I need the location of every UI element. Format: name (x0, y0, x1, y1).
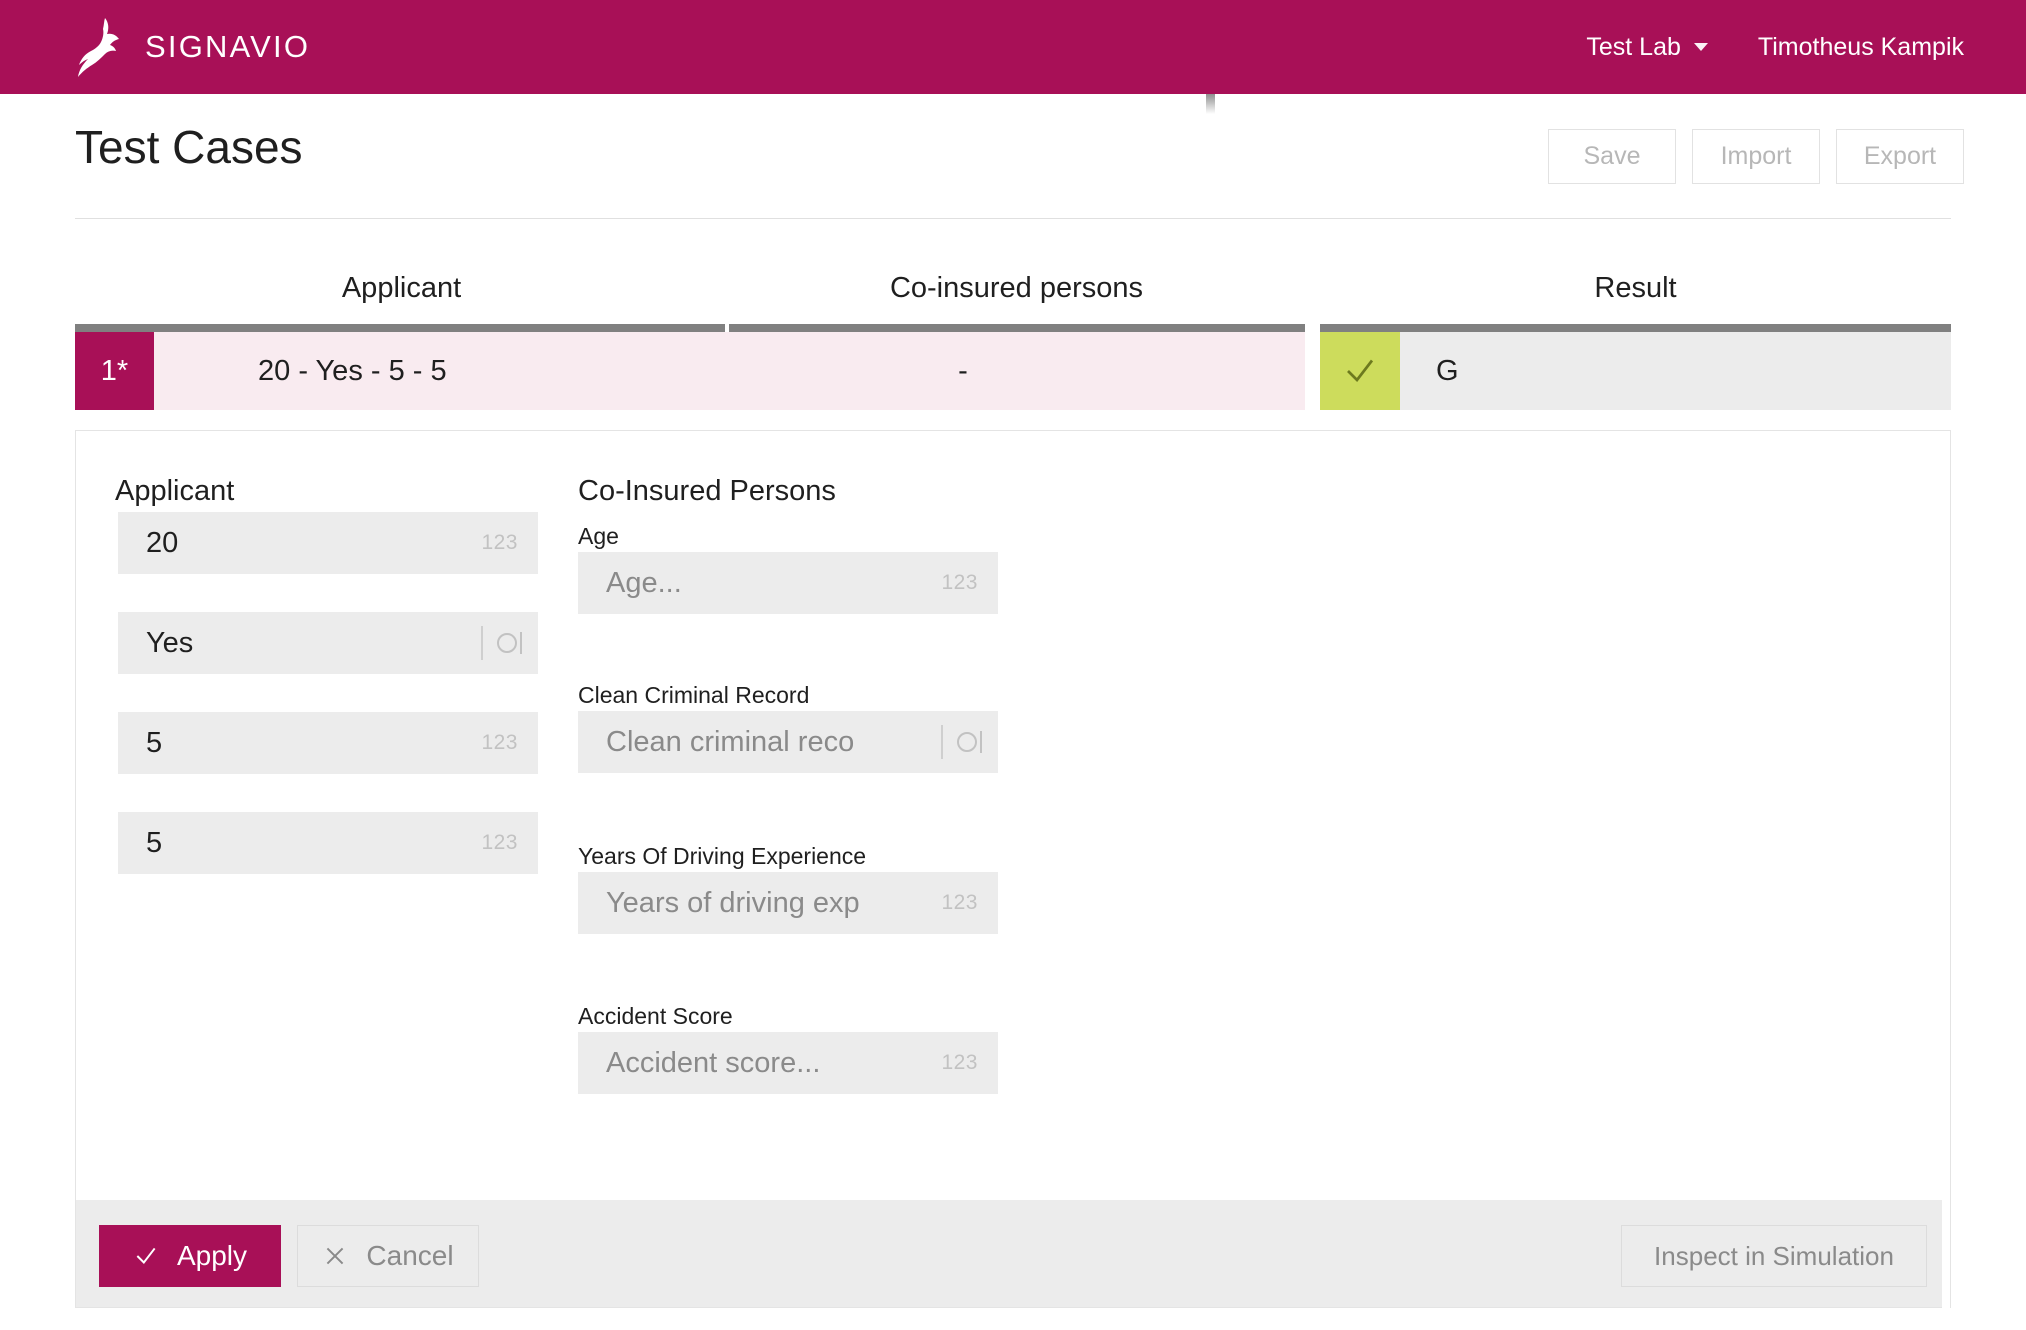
coinsured-label-clean-record: Clean Criminal Record (578, 682, 810, 708)
coinsured-label-accident-score: Accident Score (578, 1003, 733, 1029)
footer-scroll-gutter (1942, 1200, 1950, 1308)
number-type-hint: 123 (481, 531, 518, 554)
top-brand-bar: SIGNAVIO Test Lab Timotheus Kampik (0, 0, 2026, 94)
number-type-hint: 123 (941, 891, 978, 914)
number-type-hint: 123 (941, 1051, 978, 1074)
column-header-applicant[interactable]: Applicant (75, 272, 728, 305)
number-type-hint: 123 (941, 571, 978, 594)
coinsured-field-driving-experience[interactable]: Years of driving exp 123 (578, 872, 998, 934)
column-grip-applicant[interactable] (75, 324, 725, 332)
coinsured-field-accident-score-placeholder: Accident score... (606, 1046, 821, 1079)
check-icon (136, 1247, 156, 1264)
coinsured-label-driving-experience: Years Of Driving Experience (578, 843, 867, 869)
column-header-coinsured[interactable]: Co-insured persons (728, 272, 1305, 305)
applicant-field-accident-score[interactable]: 5 123 (118, 812, 538, 874)
cell-coinsured[interactable]: - (621, 355, 1305, 388)
field-separator (941, 725, 943, 759)
cancel-button-label: Cancel (366, 1240, 454, 1271)
boolean-toggle-icon (957, 731, 982, 753)
user-menu[interactable]: Timotheus Kampik (1758, 33, 1964, 62)
applicant-field-accident-score-value: 5 (146, 826, 163, 859)
coinsured-field-age-placeholder: Age... (606, 566, 682, 599)
column-header-result[interactable]: Result (1320, 272, 1951, 305)
header-divider (75, 218, 1951, 219)
import-button[interactable]: Import (1692, 129, 1820, 184)
column-grip-coinsured[interactable] (729, 324, 1305, 332)
result-value: G (1436, 354, 1459, 387)
apply-button-label: Apply (176, 1240, 248, 1271)
result-status-badge (1320, 332, 1400, 410)
coinsured-field-driving-experience-placeholder: Years of driving exp (606, 886, 860, 919)
workspace-label: Test Lab (1586, 32, 1681, 61)
coinsured-field-age[interactable]: Age... 123 (578, 552, 998, 614)
inspect-in-simulation-button[interactable]: Inspect in Simulation (1621, 1225, 1927, 1287)
coinsured-field-clean-record[interactable]: Clean criminal reco (578, 711, 998, 773)
brand-name: SIGNAVIO (145, 29, 311, 64)
group-title-coinsured: Co-Insured Persons (578, 475, 836, 507)
page-actions: Save Import Export (1548, 129, 1964, 184)
save-button[interactable]: Save (1548, 129, 1676, 184)
cell-applicant[interactable]: 20 - Yes - 5 - 5 (50, 355, 621, 388)
gazelle-logo-icon (78, 18, 119, 77)
brand[interactable]: SIGNAVIO (75, 16, 310, 78)
boolean-type-adornment (941, 725, 982, 759)
chevron-down-icon (1693, 43, 1708, 51)
apply-button[interactable]: Apply (99, 1225, 281, 1287)
applicant-field-age[interactable]: 20 123 (118, 512, 538, 574)
applicant-field-clean-record[interactable]: Yes (118, 612, 538, 674)
cell-applicant-value: 20 - Yes - 5 - 5 (258, 354, 447, 387)
page-header: Test Cases Save Import Export (0, 94, 2026, 220)
coinsured-field-clean-record-placeholder: Clean criminal reco (606, 725, 855, 758)
applicant-field-driving-experience-value: 5 (146, 726, 163, 759)
boolean-type-adornment (481, 626, 522, 660)
cancel-button[interactable]: Cancel (297, 1225, 479, 1287)
group-title-applicant: Applicant (115, 475, 235, 507)
table-row[interactable]: 1* 20 - Yes - 5 - 5 - (75, 332, 1305, 410)
user-name: Timotheus Kampik (1757, 32, 1964, 61)
table-row-result[interactable]: G (1320, 332, 1951, 410)
number-type-hint: 123 (481, 831, 518, 854)
number-type-hint: 123 (481, 731, 518, 754)
field-separator (481, 626, 483, 660)
check-icon (1347, 359, 1374, 383)
coinsured-field-accident-score[interactable]: Accident score... 123 (578, 1032, 998, 1094)
export-button[interactable]: Export (1836, 129, 1964, 184)
page-title: Test Cases (75, 121, 303, 173)
applicant-field-age-value: 20 (146, 526, 179, 559)
applicant-field-driving-experience[interactable]: 5 123 (118, 712, 538, 774)
detail-footer-bar: Apply Cancel Inspect in Simulation (75, 1200, 1951, 1308)
close-icon (327, 1247, 344, 1265)
column-grip-result[interactable] (1320, 324, 1951, 332)
workspace-selector[interactable]: Test Lab (1586, 33, 1708, 62)
coinsured-label-age: Age (578, 523, 619, 549)
boolean-toggle-icon (497, 632, 522, 654)
applicant-field-clean-record-value: Yes (146, 626, 194, 659)
cell-coinsured-value: - (958, 354, 968, 387)
table-column-headers: Applicant Co-insured persons Result (0, 272, 2026, 324)
